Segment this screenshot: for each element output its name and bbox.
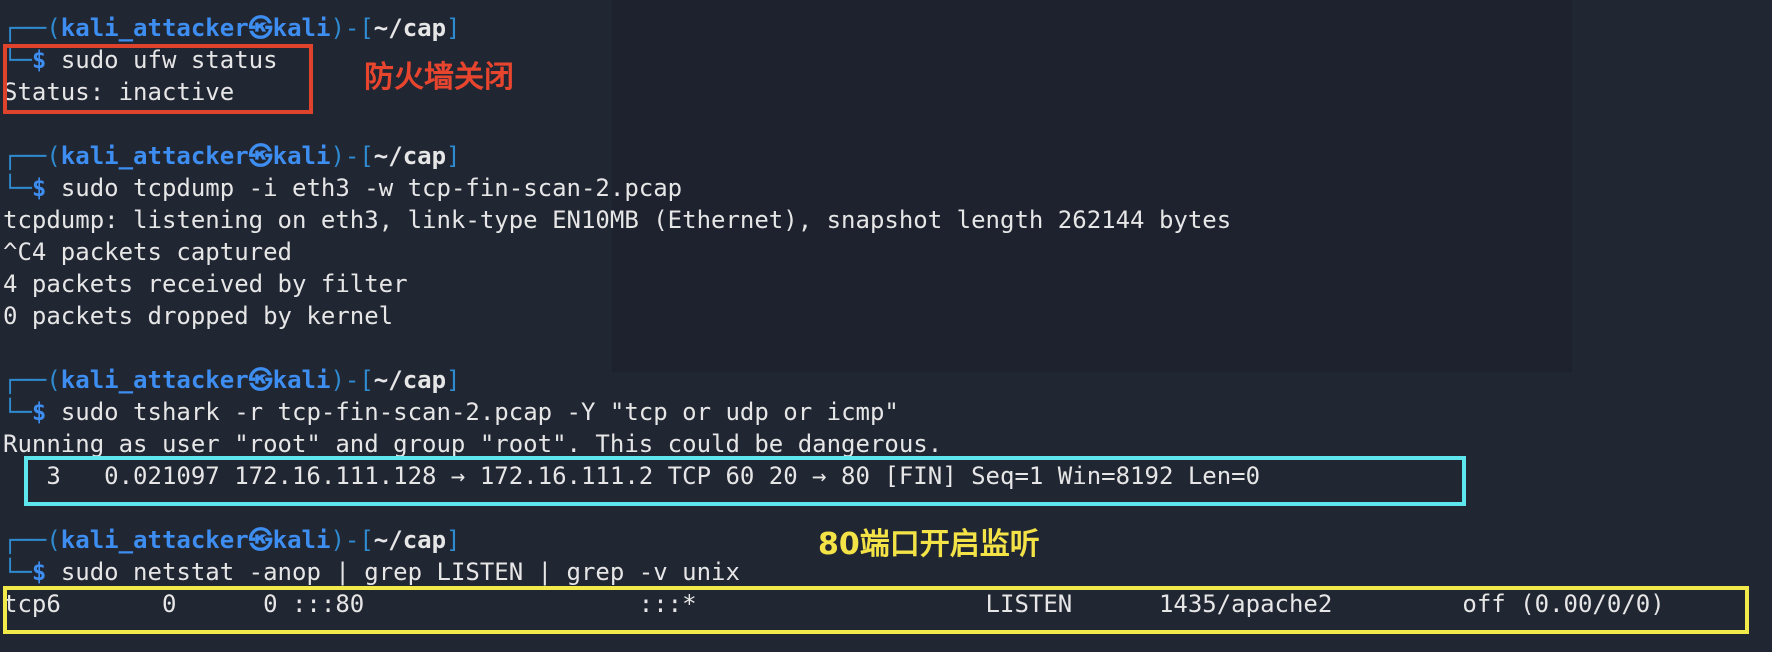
prompt-frame-bottom: └─	[3, 558, 32, 586]
prompt-frame-top: ┌──(	[3, 14, 61, 42]
command-line: └─$ sudo tcpdump -i eth3 -w tcp-fin-scan…	[3, 172, 682, 204]
prompt-frame-bottom: └─	[3, 174, 32, 202]
prompt-close: ]	[446, 366, 461, 394]
prompt-user: kali_attacker	[60, 142, 249, 170]
prompt-at-symbol: ㉿	[248, 14, 273, 42]
prompt-dollar: $	[31, 174, 47, 202]
output-line: 4 packets received by filter	[3, 270, 408, 298]
prompt-close: ]	[446, 142, 461, 170]
prompt-header: ┌──(kali_attacker㉿kali)-[~/cap]	[3, 140, 461, 172]
prompt-header: ┌──(kali_attacker㉿kali)-[~/cap]	[3, 364, 461, 396]
prompt-host: kali	[272, 366, 331, 394]
prompt-dollar: $	[31, 398, 47, 426]
output-line: ^C4 packets captured	[3, 238, 292, 266]
firewall-note: 防火墙关闭	[364, 60, 514, 95]
prompt-frame-bottom: └─	[3, 46, 32, 74]
prompt-separator: )-[	[330, 526, 374, 554]
prompt-user: kali_attacker	[60, 526, 249, 554]
output-line: tcp6 0 0 :::80 :::* LISTEN 1435/apache2 …	[3, 590, 1665, 618]
output-line: Status: inactive	[3, 78, 235, 106]
prompt-at-symbol: ㉿	[248, 526, 273, 554]
prompt-header: ┌──(kali_attacker㉿kali)-[~/cap]	[3, 524, 461, 556]
command-line: └─$ sudo tshark -r tcp-fin-scan-2.pcap -…	[3, 396, 899, 428]
terminal-window[interactable]: ┌──(kali_attacker㉿kali)-[~/cap] └─$ sudo…	[0, 0, 1772, 652]
command-text: sudo tshark -r tcp-fin-scan-2.pcap -Y "t…	[60, 398, 899, 426]
command-text: sudo netstat -anop | grep LISTEN | grep …	[60, 558, 740, 586]
prompt-path: ~/cap	[373, 526, 447, 554]
output-line: Running as user "root" and group "root".…	[3, 430, 943, 458]
prompt-frame-top: ┌──(	[3, 142, 61, 170]
prompt-separator: )-[	[330, 14, 374, 42]
prompt-at-symbol: ㉿	[248, 366, 273, 394]
prompt-host: kali	[272, 526, 331, 554]
prompt-dollar: $	[31, 46, 47, 74]
output-line: 3 0.021097 172.16.111.128 → 172.16.111.2…	[3, 462, 1261, 490]
port-note: 80端口开启监听	[818, 527, 1040, 562]
prompt-at-symbol: ㉿	[248, 142, 273, 170]
prompt-frame-top: ┌──(	[3, 366, 61, 394]
output-line: tcpdump: listening on eth3, link-type EN…	[3, 206, 1232, 234]
prompt-path: ~/cap	[373, 14, 447, 42]
prompt-path: ~/cap	[373, 366, 447, 394]
prompt-header: ┌──(kali_attacker㉿kali)-[~/cap]	[3, 12, 461, 44]
prompt-close: ]	[446, 14, 461, 42]
prompt-host: kali	[272, 142, 331, 170]
prompt-frame-bottom: └─	[3, 398, 32, 426]
command-line: └─$ sudo netstat -anop | grep LISTEN | g…	[3, 556, 740, 588]
prompt-user: kali_attacker	[60, 14, 249, 42]
background-panel	[612, 0, 1572, 372]
prompt-path: ~/cap	[373, 142, 447, 170]
command-text: sudo ufw status	[60, 46, 278, 74]
command-line: └─$ sudo ufw status	[3, 44, 278, 76]
prompt-host: kali	[272, 14, 331, 42]
prompt-frame-top: ┌──(	[3, 526, 61, 554]
prompt-separator: )-[	[330, 366, 374, 394]
prompt-close: ]	[446, 526, 461, 554]
command-text: sudo tcpdump -i eth3 -w tcp-fin-scan-2.p…	[60, 174, 683, 202]
prompt-dollar: $	[31, 558, 47, 586]
prompt-user: kali_attacker	[60, 366, 249, 394]
prompt-separator: )-[	[330, 142, 374, 170]
output-line: 0 packets dropped by kernel	[3, 302, 394, 330]
